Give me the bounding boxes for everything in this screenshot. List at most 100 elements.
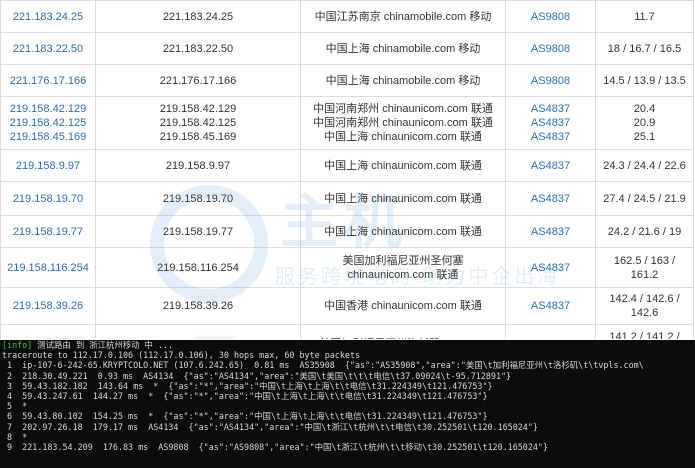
hop-row: 219.158.39.26 219.158.39.26 中国香港 chinaunic… xyxy=(0,287,694,325)
hop-lat-cell: 24.3 / 24.4 / 22.6 xyxy=(595,149,694,182)
route-hops-table: 221.183.24.25 221.183.24.25 中国江苏南京 chinamo… xyxy=(0,0,694,339)
hop-loc-cell: 中国上海 chinaunicom.com 联通 xyxy=(300,215,506,248)
hop-asn-link[interactable]: AS9808 xyxy=(508,74,593,88)
hop-ip-link[interactable]: 107.6. xyxy=(12,338,43,340)
hop-location: 美国加利福尼亚州圣何塞 xyxy=(342,254,464,267)
hop-loc-cell: 美国加利福尼亚州洛杉矶 vpls.com xyxy=(300,324,506,340)
hop-latency: 20.4 xyxy=(633,103,656,115)
hop-host-cell: 219.158.39.26 xyxy=(95,287,301,325)
hop-ip-link[interactable]: 219.158.42.129 xyxy=(3,102,93,116)
hop-location: 中国河南郑州 chinaunicom.com 联通 xyxy=(313,117,493,129)
hop-hostname: 107.6. xyxy=(162,338,193,340)
hop-ip-link[interactable]: 221.176.17.166 xyxy=(3,74,93,88)
hop-latency: 25.1 xyxy=(633,131,656,143)
hop-ip-cell: 219.158.42.129 219.158.42.125 219.158.45.1… xyxy=(0,96,96,150)
hop-row: 219.158.116.254 219.158.116.254 美国加利福尼亚州圣何… xyxy=(0,247,694,288)
hop-location: 中国上海 chinaunicom.com 联通 xyxy=(324,159,482,172)
terminal-line: 6 59.43.80.102 154.25 ms * {"as":"*","ar… xyxy=(2,411,488,422)
hop-asn-link[interactable]: AS4837 xyxy=(508,102,593,116)
hop-ip-link[interactable]: 219.158.116.254 xyxy=(3,261,93,275)
hop-row: 219.158.9.97 219.158.9.97 中国上海 chinaunicom… xyxy=(0,149,694,182)
hop-row: 219.158.42.129 219.158.42.125 219.158.45.1… xyxy=(0,96,694,150)
hop-ip-link[interactable]: 221.183.22.50 xyxy=(3,42,93,56)
hop-asn-cell: AS4837 xyxy=(505,247,596,288)
hop-ip-cell: 219.158.9.97 xyxy=(0,149,96,182)
terminal-line: 5 * xyxy=(2,401,28,412)
hop-lat-cell: 18 / 16.7 / 16.5 xyxy=(595,32,694,65)
hop-row: 219.158.19.70 219.158.19.70 中国上海 chinaunic… xyxy=(0,181,694,216)
terminal-info-line: [info] 测试路由 到 浙江杭州移动 中 ... xyxy=(0,340,695,350)
hop-ip-cell: 219.158.19.77 xyxy=(0,215,96,248)
hop-host-cell: 221.183.22.50 xyxy=(95,32,301,65)
hop-ip-link[interactable]: 219.158.45.169 xyxy=(3,130,93,144)
hop-location: 中国江苏南京 chinamobile.com 移动 xyxy=(314,10,492,23)
hop-row: 221.176.17.166 221.176.17.166 中国上海 chinamo… xyxy=(0,64,694,97)
hop-latency: 18 / 16.7 / 16.5 xyxy=(607,42,682,55)
hop-ip-cell: 107.6. xyxy=(0,324,96,340)
hop-location: 中国河南郑州 chinaunicom.com 联通 xyxy=(313,103,493,115)
hop-host-cell: 107.6. xyxy=(95,324,301,340)
hop-hostname: 221.183.22.50 xyxy=(162,42,234,55)
hop-asn-link[interactable]: AS9808 xyxy=(508,10,593,24)
hop-location: 中国上海 chinamobile.com 移动 xyxy=(325,74,481,87)
hop-ip-link[interactable]: 219.158.39.26 xyxy=(3,299,93,313)
hop-latency: 141.2 / 141.2 / xyxy=(609,330,680,340)
hop-ip-link[interactable]: 219.158.9.97 xyxy=(3,159,93,173)
hop-lat-cell: 27.4 / 24.5 / 21.9 xyxy=(595,181,694,216)
hop-ip-cell: 219.158.116.254 xyxy=(0,247,96,288)
hop-location: 中国上海 chinaunicom.com 联通 xyxy=(324,192,482,205)
terminal-line: 1 ip-107-6-242-65.KRYPTCOLO.NET (107.6.2… xyxy=(2,360,644,371)
hop-ip-link[interactable]: 219.158.19.70 xyxy=(3,192,93,206)
hop-loc-cell: 中国上海 chinaunicom.com 联通 xyxy=(300,149,506,182)
hop-lat-cell: 20.4 20.9 25.1 xyxy=(595,96,694,150)
terminal-output: [info] 测试路由 到 浙江杭州移动 中 ... traceroute to… xyxy=(0,340,695,468)
hop-latency: 162.5 / 163 / xyxy=(613,254,676,267)
hop-lat-cell: 141.2 / 141.2 /141.3 xyxy=(595,324,694,340)
hop-asn-link[interactable]: AS4837 xyxy=(508,192,593,206)
hop-host-cell: 219.158.9.97 xyxy=(95,149,301,182)
hop-asn-link[interactable]: AS4837 xyxy=(508,159,593,173)
hop-ip-link[interactable]: 221.183.24.25 xyxy=(3,10,93,24)
hop-asn-link[interactable]: AS4837 xyxy=(508,299,593,313)
hop-location: 美国加利福尼亚州洛杉矶 vpls.com xyxy=(303,337,503,340)
hop-asn-link[interactable]: AS9808 xyxy=(508,42,593,56)
hop-hostname: 219.158.19.77 xyxy=(162,225,234,238)
hop-asn-link[interactable]: AS35908 xyxy=(508,337,593,340)
hop-asn-link[interactable]: AS4837 xyxy=(508,116,593,130)
terminal-line: 7 202.97.26.18 179.17 ms AS4134 {"as":"A… xyxy=(2,421,538,432)
hop-hostname: 221.183.24.25 xyxy=(162,10,234,23)
hop-latency: 161.2 xyxy=(630,268,659,281)
hop-loc-cell: 美国加利福尼亚州圣何塞 chinaunicom.com 联通 xyxy=(300,247,506,288)
hop-lat-cell: 142.4 / 142.6 / 142.6 xyxy=(595,287,694,325)
hop-hostname: 219.158.45.169 xyxy=(159,131,237,143)
hop-ip-cell: 219.158.19.70 xyxy=(0,181,96,216)
hop-latency: 11.7 xyxy=(634,10,655,23)
hop-row: 221.183.24.25 221.183.24.25 中国江苏南京 chinamo… xyxy=(0,0,694,33)
hop-latency: 20.9 xyxy=(633,117,656,129)
hop-asn-link[interactable]: AS4837 xyxy=(508,261,593,275)
hop-asn-link[interactable]: AS4837 xyxy=(508,130,593,144)
hop-asn-cell: AS9808 xyxy=(505,64,596,97)
hop-ip-cell: 219.158.39.26 xyxy=(0,287,96,325)
hop-asn-cell: AS9808 xyxy=(505,32,596,65)
hop-latency: 27.4 / 24.5 / 21.9 xyxy=(603,192,686,205)
hop-row: 219.158.19.77 219.158.19.77 中国上海 chinaunic… xyxy=(0,215,694,248)
hop-asn-link[interactable]: AS4837 xyxy=(508,225,593,239)
hop-loc-cell: 中国上海 chinamobile.com 移动 xyxy=(300,64,506,97)
hop-loc-cell: 中国上海 chinaunicom.com 联通 xyxy=(300,181,506,216)
info-text: 测试路由 到 浙江杭州移动 中 ... xyxy=(32,340,174,350)
hop-loc-cell: 中国河南郑州 chinaunicom.com 联通 中国河南郑州 chinauni… xyxy=(300,96,506,150)
hop-lat-cell: 24.2 / 21.6 / 19 xyxy=(595,215,694,248)
hop-asn-cell: AS9808 xyxy=(505,0,596,33)
hop-host-cell: 219.158.42.129 219.158.42.125 219.158.45.1… xyxy=(95,96,301,150)
terminal-line: 8 * xyxy=(2,431,28,442)
hop-ip-link[interactable]: 219.158.19.77 xyxy=(3,225,93,239)
hop-ip-link[interactable]: 219.158.42.125 xyxy=(3,116,93,130)
hop-latency: 14.5 / 13.9 / 13.5 xyxy=(603,74,686,87)
hop-host-cell: 219.158.19.77 xyxy=(95,215,301,248)
hop-loc-cell: 中国上海 chinamobile.com 移动 xyxy=(300,32,506,65)
hop-lat-cell: 14.5 / 13.9 / 13.5 xyxy=(595,64,694,97)
hop-loc-cell: 中国香港 chinaunicom.com 联通 xyxy=(300,287,506,325)
hop-loc-cell: 中国江苏南京 chinamobile.com 移动 xyxy=(300,0,506,33)
hop-hostname: 219.158.116.254 xyxy=(157,261,239,274)
